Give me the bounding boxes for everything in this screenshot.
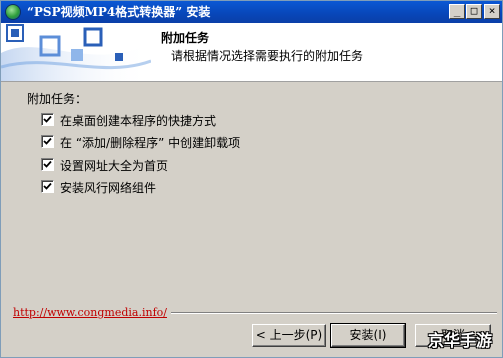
install-button[interactable]: 安装(I) (330, 323, 406, 348)
tasks-panel: 附加任务： 在桌面创建本程序的快捷方式 在 “添加/删除程序” 中创建卸载项 设… (1, 82, 502, 302)
task-label: 安装风行网络组件 (60, 181, 157, 195)
checkbox[interactable] (41, 180, 54, 193)
check-icon (43, 137, 52, 145)
check-icon (43, 182, 52, 190)
footer-divider (171, 312, 497, 314)
page-subtitle: 请根据情况选择需要执行的附加任务 (171, 49, 364, 63)
window-title: “PSP视频MP4格式转换器” 安装 (27, 5, 211, 19)
checkbox[interactable] (41, 135, 54, 148)
page-title: 附加任务 (161, 31, 210, 45)
watermark-logo: 京华手游 (410, 325, 498, 355)
task-label: 在桌面创建本程序的快捷方式 (60, 114, 217, 128)
checkbox[interactable] (41, 158, 54, 171)
check-icon (43, 115, 52, 123)
task-label: 设置网址大全为首页 (60, 159, 169, 173)
task-label: 在 “添加/删除程序” 中创建卸载项 (60, 136, 241, 150)
minimize-button[interactable]: _ (449, 4, 465, 19)
watermark-text: 京华手游 (427, 331, 492, 350)
back-button[interactable]: < 上一步(P) (252, 324, 326, 347)
website-link[interactable]: http://www.congmedia.info/ (13, 306, 167, 319)
title-bar[interactable]: “PSP视频MP4格式转换器” 安装 _ □ × (1, 1, 502, 23)
check-icon (43, 160, 52, 168)
wizard-header: 附加任务 请根据情况选择需要执行的附加任务 (1, 23, 502, 82)
installer-window: “PSP视频MP4格式转换器” 安装 _ □ × 附加任务 请根据情况选择需要执… (0, 0, 503, 358)
app-icon (5, 4, 21, 20)
maximize-button[interactable]: □ (466, 4, 482, 19)
checkbox[interactable] (41, 113, 54, 126)
tasks-group-label: 附加任务： (27, 92, 88, 106)
header-graphic (1, 23, 151, 81)
close-button[interactable]: × (484, 4, 500, 19)
